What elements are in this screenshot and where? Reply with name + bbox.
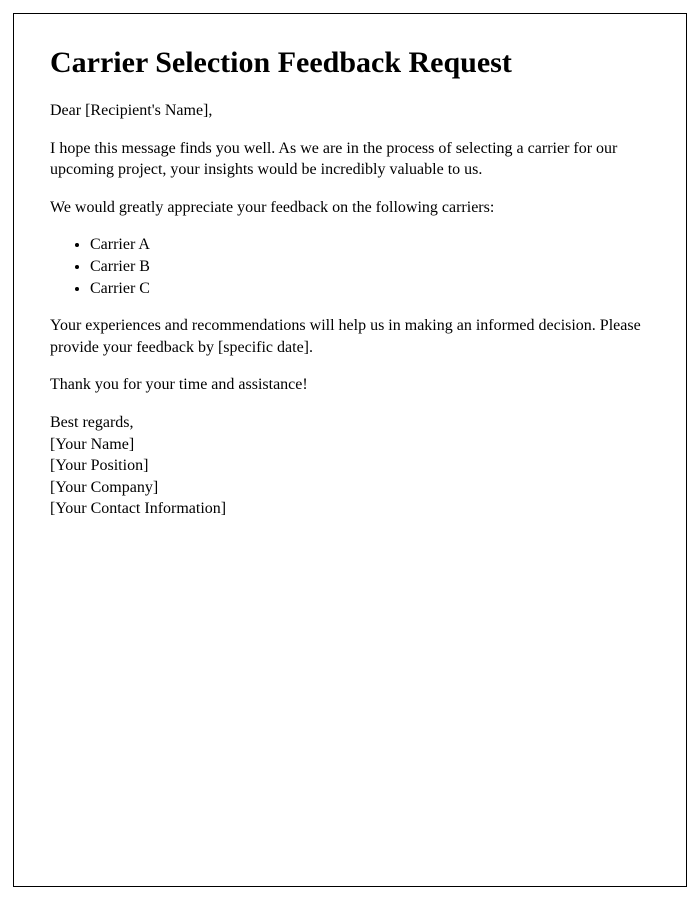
- carrier-list: Carrier A Carrier B Carrier C: [90, 234, 650, 299]
- sender-name: [Your Name]: [50, 434, 650, 456]
- closing-line: Best regards,: [50, 412, 650, 434]
- thanks-line: Thank you for your time and assistance!: [50, 374, 650, 396]
- list-item: Carrier B: [90, 256, 650, 278]
- sender-company: [Your Company]: [50, 477, 650, 499]
- followup-paragraph: Your experiences and recommendations wil…: [50, 315, 650, 358]
- signature-block: Best regards, [Your Name] [Your Position…: [50, 412, 650, 520]
- intro-paragraph: I hope this message finds you well. As w…: [50, 138, 650, 181]
- salutation: Dear [Recipient's Name],: [50, 100, 650, 122]
- request-line: We would greatly appreciate your feedbac…: [50, 197, 650, 219]
- sender-contact: [Your Contact Information]: [50, 498, 650, 520]
- document-frame: Carrier Selection Feedback Request Dear …: [13, 13, 687, 887]
- list-item: Carrier C: [90, 278, 650, 300]
- sender-position: [Your Position]: [50, 455, 650, 477]
- document-title: Carrier Selection Feedback Request: [50, 46, 650, 80]
- list-item: Carrier A: [90, 234, 650, 256]
